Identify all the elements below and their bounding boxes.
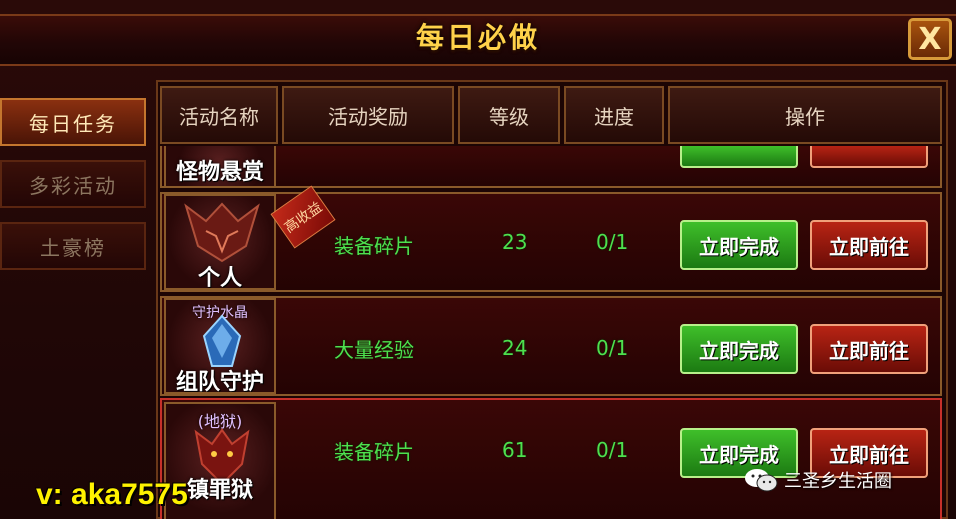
complete-now-button[interactable]: 立即完成 xyxy=(680,324,798,374)
level-text: 24 xyxy=(502,336,528,360)
window-title: 每日必做 xyxy=(415,21,540,54)
tab-daily-tasks[interactable]: 每日任务 xyxy=(0,98,146,146)
header-progress: 进度 xyxy=(564,86,664,144)
reward-text: 装备碎片 xyxy=(334,440,414,464)
header-action: 操作 xyxy=(668,86,942,144)
watermark-account-name: 三圣乡生活圈 xyxy=(784,471,892,492)
activity-name: 怪物悬赏 xyxy=(175,160,264,185)
watermark-account: 三圣乡生活圈 xyxy=(744,464,892,496)
activity-icon: 个人BOSS xyxy=(164,194,276,290)
close-button[interactable]: X xyxy=(908,18,952,60)
go-now-button[interactable]: 立即前往 xyxy=(810,220,928,270)
progress-text: 0/1 xyxy=(596,438,629,462)
reward-text: 装备碎片 xyxy=(334,234,414,258)
activity-name: 个人BOSS xyxy=(197,266,242,290)
level-text: 61 xyxy=(502,438,528,462)
activity-icon: 守护水晶 组队守护 xyxy=(164,298,276,394)
wechat-icon xyxy=(745,469,778,492)
reward-text: 大量经验 xyxy=(334,338,414,362)
header-activity-name: 活动名称 xyxy=(160,86,278,144)
activity-name: 组队守护 xyxy=(175,370,264,394)
tab-activities[interactable]: 多彩活动 xyxy=(0,160,146,208)
header-reward: 活动奖励 xyxy=(282,86,454,144)
level-text: 23 xyxy=(502,230,528,254)
watermark-contact: v: aka7575 xyxy=(36,478,188,511)
progress-text: 0/1 xyxy=(596,230,629,254)
header-level: 等级 xyxy=(458,86,560,144)
complete-now-button[interactable] xyxy=(680,146,798,168)
activity-icon: 怪物悬赏 xyxy=(164,146,276,188)
go-now-button[interactable]: 立即前往 xyxy=(810,324,928,374)
tab-rich-ranking[interactable]: 土豪榜 xyxy=(0,222,146,270)
go-now-button[interactable] xyxy=(810,146,928,168)
progress-text: 0/1 xyxy=(596,336,629,360)
demon-helmet-icon xyxy=(184,202,260,263)
complete-now-button[interactable]: 立即完成 xyxy=(680,220,798,270)
